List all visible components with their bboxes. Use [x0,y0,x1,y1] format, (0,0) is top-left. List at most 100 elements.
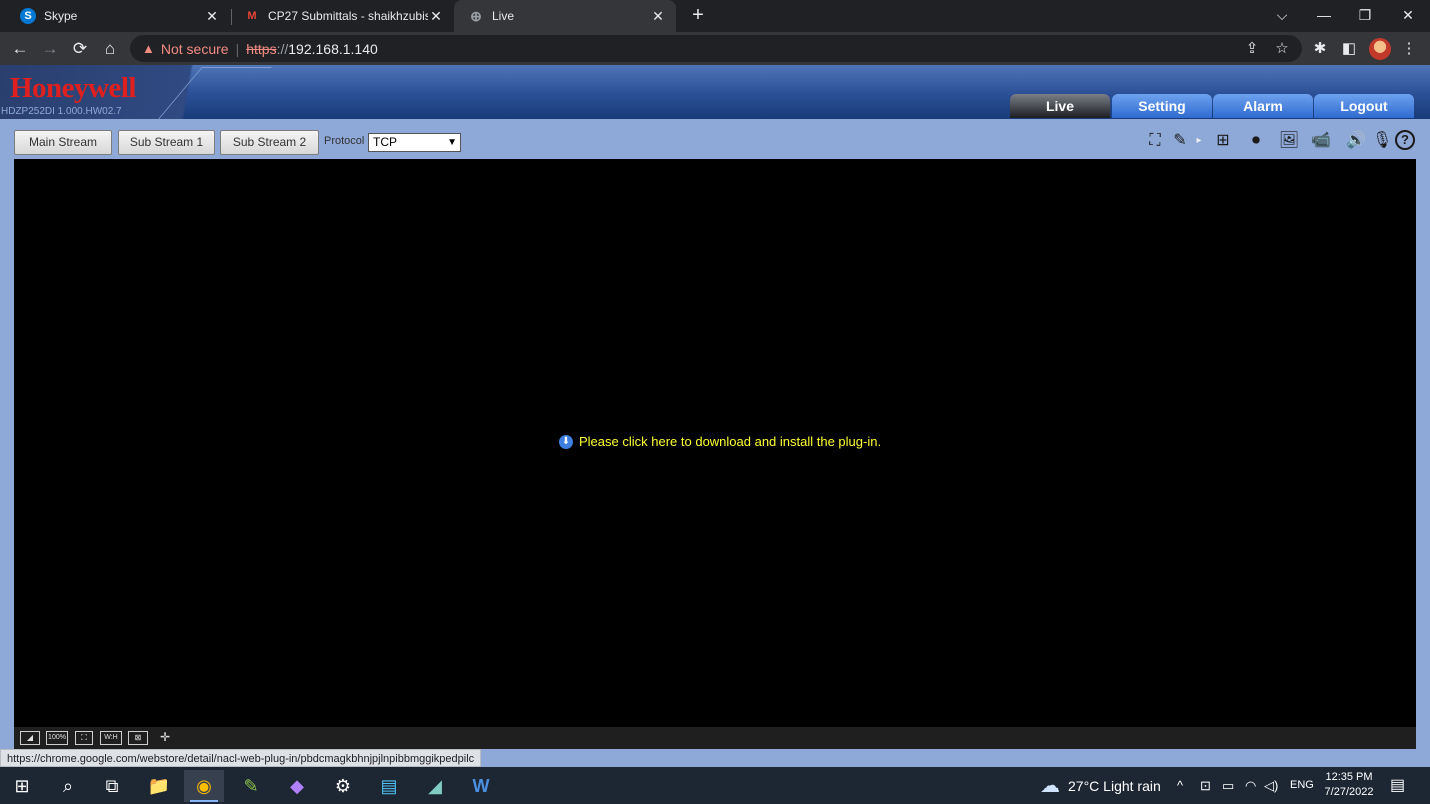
windows-start-icon[interactable]: ⊞ [2,770,42,802]
tab-skype[interactable]: S Skype ✕ [6,0,230,32]
back-button[interactable]: ← [8,37,32,61]
aspect-ratio-icon[interactable]: ⊠ [128,731,148,745]
wifi-icon[interactable]: ◠ [1245,767,1256,804]
minimize-button[interactable]: — [1302,0,1346,30]
protocol-value: TCP [373,135,397,149]
home-button[interactable]: ⌂ [98,37,122,61]
profile-avatar[interactable] [1369,38,1391,60]
nav-tab-alarm[interactable]: Alarm [1213,94,1313,118]
nav-tab-logout[interactable]: Logout [1314,94,1414,118]
rain-cloud-icon: ☁ [1040,775,1060,797]
sub-stream-2-button[interactable]: Sub Stream 2 [220,130,319,155]
extensions-icon[interactable]: ✱ [1309,38,1331,60]
microphone-icon[interactable]: 🎙 [1372,130,1392,152]
nav-tab-setting[interactable]: Setting [1112,94,1212,118]
browser-toolbar: ← → ⟳ ⌂ ▲ Not secure | https :// 192.168… [0,32,1430,65]
battery-icon[interactable]: ▭ [1222,767,1234,804]
help-icon[interactable]: ? [1395,130,1415,150]
control-panel-icon[interactable]: ▤ [369,770,409,802]
url-separator: :// [276,40,289,57]
chrome-icon[interactable]: ◉ [184,770,224,802]
tray-chevron-icon[interactable]: ^ [1177,767,1183,804]
word-icon[interactable]: W [461,770,501,802]
tab-close-icon[interactable]: ✕ [650,8,666,25]
address-bar[interactable]: ▲ Not secure | https :// 192.168.1.140 ⇪… [130,35,1302,62]
protocol-select[interactable]: TCP ▼ [368,133,461,152]
zoom-100-icon[interactable]: 100% [46,731,68,745]
notes-app-icon[interactable]: ◢ [415,770,455,802]
windows-taskbar: ⊞ ⌕ ⧉ 📁 ◉ ✎ ◆ ⚙ ▤ ◢ W ☁ 27°C Light rain … [0,767,1430,804]
tab-close-icon[interactable]: ✕ [204,8,220,25]
clock-time: 12:35 PM [1325,771,1373,783]
ptz-icon[interactable]: ✛ [154,731,176,745]
pencil-dropdown-icon[interactable]: ▸ [1193,130,1205,152]
tab-live[interactable]: ⊕ Live ✕ [454,0,676,32]
network-device-icon[interactable]: ⊡ [1200,767,1211,804]
sticky-app-icon[interactable]: ✎ [231,770,271,802]
task-view-icon[interactable]: ⧉ [92,770,132,802]
tab-search-icon[interactable]: ⌵ [1260,0,1304,30]
notifications-icon[interactable]: ▤ [1390,767,1405,804]
maximize-button[interactable]: ❐ [1343,0,1387,30]
file-explorer-icon[interactable]: 📁 [139,770,179,802]
url-host: 192.168.1.140 [288,40,378,57]
skype-icon: S [20,8,36,24]
clock-date: 7/27/2022 [1324,786,1374,798]
chrome-menu-icon[interactable]: ⋮ [1398,38,1420,60]
gmail-icon: M [247,10,257,22]
tab-title: CP27 Submittals - shaikhzubis@g [268,9,428,23]
snapshot-icon[interactable]: 🖼 [1275,130,1303,152]
speaker-icon[interactable]: 🔊 [1341,130,1371,152]
weather-widget[interactable]: ☁ 27°C Light rain [1040,767,1161,804]
language-indicator[interactable]: ENG [1290,767,1314,804]
video-control-bar: ◢ 100% ⛶ W:H ⊠ ✛ [14,727,1416,749]
fullscreen-icon[interactable]: ⛶ [1143,130,1167,152]
plugin-download-text: Please click here to download and instal… [579,434,882,449]
sub-stream-1-button[interactable]: Sub Stream 1 [118,130,215,155]
record-icon[interactable]: ⏺ [1242,130,1270,152]
zoom-region-icon[interactable]: ⊞ [1209,130,1237,152]
visual-studio-icon[interactable]: ◆ [277,770,317,802]
browser-tab-strip: S Skype ✕ M CP27 Submittals - shaikhzubi… [0,0,1430,32]
chevron-down-icon: ▼ [447,137,457,148]
bookmark-star-icon[interactable]: ☆ [1272,39,1292,59]
pip-icon[interactable]: ◢ [20,731,40,745]
active-app-indicator [190,800,218,802]
honeywell-logo: Honeywell [10,72,137,104]
plugin-download-link[interactable]: ⬇ Please click here to download and inst… [559,434,881,449]
weather-text: 27°C Light rain [1068,777,1161,794]
video-record-icon[interactable]: 📹 [1306,130,1336,152]
forward-button[interactable]: → [38,37,62,61]
search-icon[interactable]: ⌕ [48,770,88,802]
tab-title: Live [492,9,515,23]
main-stream-button[interactable]: Main Stream [14,130,112,155]
warning-icon[interactable]: ▲ [142,41,155,56]
globe-icon: ⊕ [470,7,482,24]
tab-title: Skype [44,9,78,23]
close-window-button[interactable]: ✕ [1386,0,1430,30]
protocol-label: Protocol [324,135,365,147]
video-viewport[interactable]: ⬇ Please click here to download and inst… [14,159,1416,727]
new-tab-button[interactable]: + [686,3,710,27]
device-model-label: HDZP252DI 1.000.HW02.7 [1,106,122,117]
tab-gmail[interactable]: M CP27 Submittals - shaikhzubis@g ✕ [230,0,454,32]
fit-window-icon[interactable]: ⛶ [75,731,93,745]
side-panel-icon[interactable]: ◧ [1338,38,1360,60]
reload-button[interactable]: ⟳ [68,37,92,61]
not-secure-label[interactable]: Not secure [161,41,229,57]
tab-close-icon[interactable]: ✕ [428,8,444,25]
address-divider: | [235,40,240,57]
camera-web-page: Honeywell HDZP252DI 1.000.HW02.7 Live Se… [0,65,1430,767]
url-scheme: https [246,40,277,57]
volume-icon[interactable]: ◁) [1264,767,1278,804]
settings-gear-icon[interactable]: ⚙ [323,770,363,802]
aspect-wh-icon[interactable]: W:H [100,731,122,745]
share-icon[interactable]: ⇪ [1242,39,1262,59]
pencil-icon[interactable]: ✎ [1170,130,1190,152]
link-status-bubble: https://chrome.google.com/webstore/detai… [0,749,482,767]
camera-header: Honeywell HDZP252DI 1.000.HW02.7 Live Se… [0,65,1430,119]
download-icon: ⬇ [559,434,573,449]
chrome-glyph: ◉ [196,776,212,796]
clock[interactable]: 12:35 PM 7/27/2022 [1320,770,1378,800]
nav-tab-live[interactable]: Live [1010,94,1110,118]
